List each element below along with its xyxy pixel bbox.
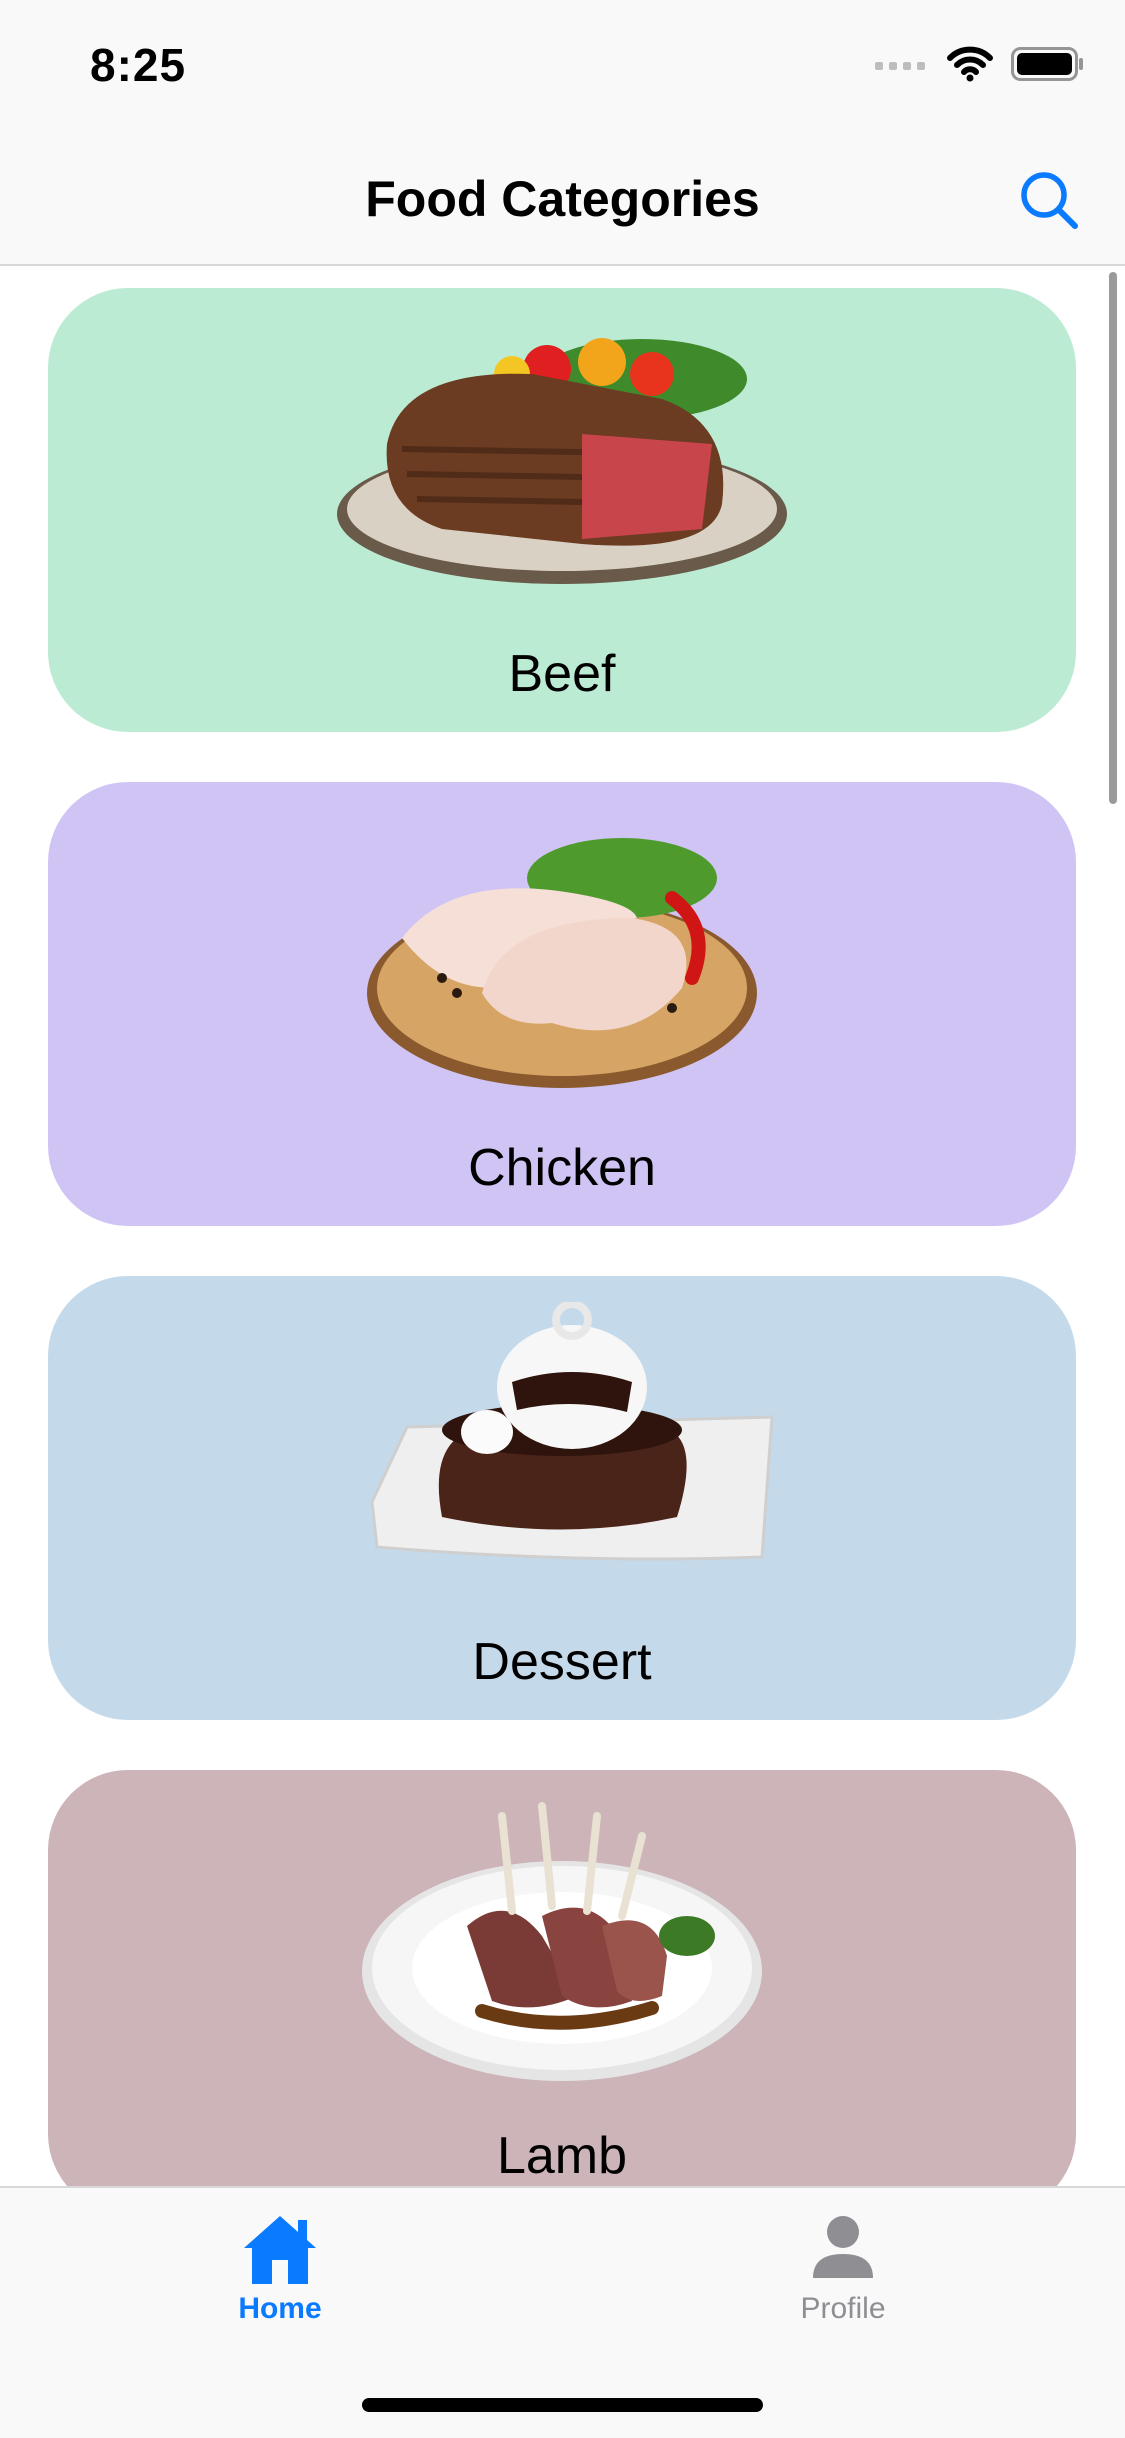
dessert-image bbox=[370, 1302, 774, 1561]
status-time: 8:25 bbox=[90, 39, 187, 91]
wifi-icon bbox=[947, 46, 993, 82]
person-icon bbox=[813, 2216, 873, 2278]
scroll-indicator[interactable] bbox=[1109, 272, 1117, 804]
category-label: Beef bbox=[508, 645, 616, 703]
category-list[interactable]: Beef Chicken Dessert Lamb bbox=[0, 266, 1125, 2186]
status-indicators bbox=[875, 46, 1085, 82]
category-card-beef[interactable]: Beef bbox=[48, 288, 1076, 732]
tab-profile-label: Profile bbox=[800, 2292, 886, 2325]
tab-home[interactable]: Home bbox=[160, 2212, 400, 2326]
status-bar: 8:25 bbox=[0, 0, 1125, 140]
category-label: Lamb bbox=[496, 2127, 628, 2185]
beef-image bbox=[337, 338, 787, 584]
category-card-lamb[interactable]: Lamb bbox=[48, 1770, 1076, 2186]
chicken-image bbox=[367, 838, 757, 1088]
category-label: Chicken bbox=[468, 1139, 656, 1197]
lamb-image bbox=[362, 1802, 762, 2081]
tab-profile[interactable]: Profile bbox=[723, 2212, 963, 2326]
search-button[interactable] bbox=[1013, 164, 1085, 236]
tab-home-label: Home bbox=[238, 2292, 322, 2325]
category-label: Dessert bbox=[472, 1633, 652, 1691]
navigation-bar: Food Categories bbox=[0, 140, 1125, 266]
home-icon bbox=[244, 2216, 316, 2284]
search-icon bbox=[1021, 172, 1078, 229]
page-title: Food Categories bbox=[365, 171, 760, 227]
home-indicator bbox=[362, 2398, 763, 2412]
category-card-dessert[interactable]: Dessert bbox=[48, 1276, 1076, 1720]
cellular-signal-icon bbox=[875, 62, 925, 70]
battery-icon bbox=[1011, 47, 1083, 81]
category-card-chicken[interactable]: Chicken bbox=[48, 782, 1076, 1226]
